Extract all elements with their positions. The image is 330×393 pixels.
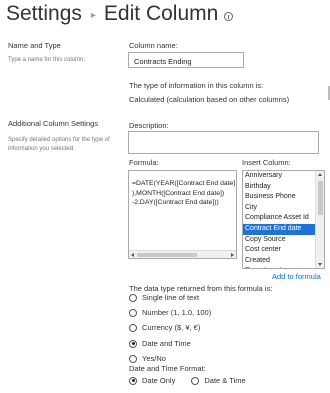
insert-column-option[interactable]: Department (243, 266, 315, 268)
insert-column-option[interactable]: Compliance Asset Id (243, 213, 315, 224)
radio-label: Number (1, 1.0, 100) (142, 308, 212, 317)
section-description-name-type: Type a name for this column. (8, 57, 86, 63)
date-format-option[interactable]: Date Only (129, 376, 175, 385)
radio-label: Date & Time (204, 376, 246, 385)
radio-button[interactable] (129, 376, 137, 385)
return-type-option[interactable]: Yes/No (129, 354, 166, 363)
section-heading-additional: Additional Column Settings (8, 119, 99, 128)
formula-text: =DATE(YEAR([Contract End date] ),MONTH([… (132, 180, 236, 206)
scroll-up-icon[interactable] (318, 173, 322, 176)
formula-horizontal-scrollbar[interactable] (129, 250, 236, 258)
page-title: Edit Column (103, 2, 219, 25)
radio-button[interactable] (129, 354, 137, 363)
column-name-input[interactable]: Contracts Ending (128, 52, 244, 68)
radio-label: Single line of text (142, 293, 200, 302)
insert-column-listbox[interactable]: Anniversary Birthday Business Phone City Com… (242, 170, 325, 269)
scroll-left-icon[interactable] (131, 253, 134, 257)
date-format-option[interactable]: Date & Time (191, 376, 246, 385)
radio-button[interactable] (191, 376, 200, 385)
insert-column-option[interactable]: Birthday (243, 182, 315, 193)
add-to-formula-link[interactable]: Add to formula (272, 272, 321, 281)
insert-column-label: Insert Column: (242, 158, 291, 167)
description-label: Description: (129, 121, 169, 130)
scroll-right-icon[interactable] (231, 253, 234, 257)
radio-button[interactable] (129, 339, 137, 348)
return-type-option[interactable]: Currency ($, ¥, €) (129, 323, 200, 332)
date-format-label: Date and Time Format: (129, 364, 206, 373)
radio-button[interactable] (129, 308, 137, 317)
insert-column-option[interactable]: Cost center (243, 245, 315, 256)
insert-column-option[interactable]: Copy Source (243, 235, 315, 246)
info-icon[interactable] (224, 11, 234, 21)
return-type-label: The data type returned from this formula… (129, 284, 273, 293)
section-heading-name-type: Name and Type (8, 41, 61, 50)
radio-button[interactable] (129, 293, 137, 302)
breadcrumb-chevron-icon: ▸ (90, 9, 96, 21)
radio-label: Yes/No (142, 354, 166, 363)
insert-column-option[interactable]: Business Phone (243, 192, 315, 203)
type-value: Calculated (calculation based on other c… (129, 95, 290, 104)
formula-label: Formula: (129, 158, 159, 167)
insert-column-option[interactable]: City (243, 203, 315, 214)
scroll-down-icon[interactable] (318, 263, 322, 266)
insert-column-option[interactable]: Created (243, 256, 315, 267)
radio-label: Date and Time (142, 339, 191, 348)
return-type-option[interactable]: Date and Time (129, 339, 191, 348)
type-info-label: The type of information in this column i… (129, 81, 264, 90)
scroll-thumb[interactable] (318, 181, 323, 215)
section-description-additional: Specify detailed options for the type of… (8, 137, 110, 152)
description-textarea[interactable] (128, 131, 319, 154)
column-name-label: Column name: (129, 41, 178, 50)
insert-column-option[interactable]: Contract End date (243, 223, 315, 235)
scroll-thumb[interactable] (137, 253, 197, 257)
date-format-options: Date Only Date & Time (129, 376, 262, 385)
formula-textarea[interactable]: =DATE(YEAR([Contract End date] ),MONTH([… (128, 170, 237, 259)
radio-label: Currency ($, ¥, €) (142, 323, 201, 332)
breadcrumb-settings[interactable]: Settings (6, 2, 82, 26)
insert-column-option[interactable]: Anniversary (243, 171, 315, 182)
radio-button[interactable] (129, 323, 137, 332)
page-header: Settings ▸ Edit Column (6, 0, 234, 28)
radio-label: Date Only (142, 376, 176, 385)
return-type-option[interactable]: Single line of text (129, 293, 199, 302)
return-type-option[interactable]: Number (1, 1.0, 100) (129, 308, 211, 317)
listbox-vertical-scrollbar[interactable] (315, 171, 324, 268)
